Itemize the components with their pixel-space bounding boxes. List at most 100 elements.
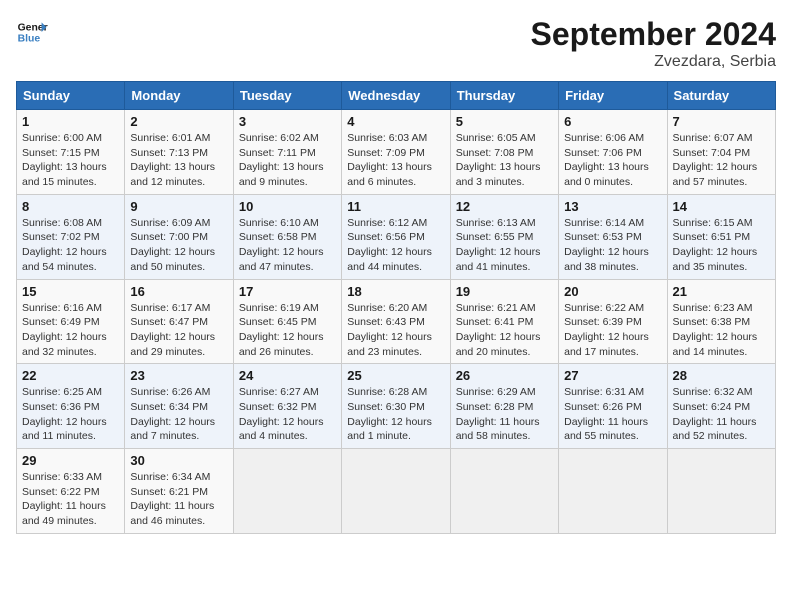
day-cell: 23 Sunrise: 6:26 AMSunset: 6:34 PMDayligh… bbox=[125, 364, 233, 449]
day-info: Sunrise: 6:26 AMSunset: 6:34 PMDaylight:… bbox=[130, 385, 227, 444]
day-info: Sunrise: 6:23 AMSunset: 6:38 PMDaylight:… bbox=[673, 301, 770, 360]
day-cell bbox=[233, 449, 341, 534]
day-header-monday: Monday bbox=[125, 82, 233, 110]
day-cell bbox=[450, 449, 558, 534]
day-header-sunday: Sunday bbox=[17, 82, 125, 110]
day-number: 4 bbox=[347, 114, 444, 129]
day-info: Sunrise: 6:22 AMSunset: 6:39 PMDaylight:… bbox=[564, 301, 661, 360]
day-info: Sunrise: 6:03 AMSunset: 7:09 PMDaylight:… bbox=[347, 131, 444, 190]
day-cell: 16 Sunrise: 6:17 AMSunset: 6:47 PMDayligh… bbox=[125, 279, 233, 364]
day-info: Sunrise: 6:07 AMSunset: 7:04 PMDaylight:… bbox=[673, 131, 770, 190]
day-info: Sunrise: 6:01 AMSunset: 7:13 PMDaylight:… bbox=[130, 131, 227, 190]
day-cell: 29Sunrise: 6:33 AMSunset: 6:22 PMDayligh… bbox=[17, 449, 125, 534]
day-info: Sunrise: 6:31 AMSunset: 6:26 PMDaylight:… bbox=[564, 385, 661, 444]
day-number: 6 bbox=[564, 114, 661, 129]
day-info: Sunrise: 6:28 AMSunset: 6:30 PMDaylight:… bbox=[347, 385, 444, 444]
day-info: Sunrise: 6:27 AMSunset: 6:32 PMDaylight:… bbox=[239, 385, 336, 444]
day-cell: 4 Sunrise: 6:03 AMSunset: 7:09 PMDaylight… bbox=[342, 110, 450, 195]
day-number: 16 bbox=[130, 284, 227, 299]
day-header-friday: Friday bbox=[559, 82, 667, 110]
day-info: Sunrise: 6:25 AMSunset: 6:36 PMDaylight:… bbox=[22, 385, 119, 444]
day-info: Sunrise: 6:33 AMSunset: 6:22 PMDaylight:… bbox=[22, 470, 119, 529]
day-number: 26 bbox=[456, 368, 553, 383]
day-cell: 10Sunrise: 6:10 AMSunset: 6:58 PMDayligh… bbox=[233, 194, 341, 279]
day-info: Sunrise: 6:00 AMSunset: 7:15 PMDaylight:… bbox=[22, 131, 119, 190]
day-number: 21 bbox=[673, 284, 770, 299]
day-info: Sunrise: 6:17 AMSunset: 6:47 PMDaylight:… bbox=[130, 301, 227, 360]
day-info: Sunrise: 6:02 AMSunset: 7:11 PMDaylight:… bbox=[239, 131, 336, 190]
day-cell: 5Sunrise: 6:05 AMSunset: 7:08 PMDaylight… bbox=[450, 110, 558, 195]
day-cell: 11 Sunrise: 6:12 AMSunset: 6:56 PMDayligh… bbox=[342, 194, 450, 279]
day-cell: 14 Sunrise: 6:15 AMSunset: 6:51 PMDayligh… bbox=[667, 194, 775, 279]
day-cell: 28 Sunrise: 6:32 AMSunset: 6:24 PMDayligh… bbox=[667, 364, 775, 449]
day-number: 15 bbox=[22, 284, 119, 299]
day-number: 22 bbox=[22, 368, 119, 383]
day-info: Sunrise: 6:34 AMSunset: 6:21 PMDaylight:… bbox=[130, 470, 227, 529]
day-cell bbox=[667, 449, 775, 534]
day-number: 12 bbox=[456, 199, 553, 214]
day-number: 3 bbox=[239, 114, 336, 129]
day-header-wednesday: Wednesday bbox=[342, 82, 450, 110]
calendar-table: SundayMondayTuesdayWednesdayThursdayFrid… bbox=[16, 81, 776, 534]
calendar-title: September 2024 bbox=[531, 16, 776, 53]
day-header-saturday: Saturday bbox=[667, 82, 775, 110]
day-cell: 13 Sunrise: 6:14 AMSunset: 6:53 PMDayligh… bbox=[559, 194, 667, 279]
day-number: 23 bbox=[130, 368, 227, 383]
week-row-5: 29Sunrise: 6:33 AMSunset: 6:22 PMDayligh… bbox=[17, 449, 776, 534]
day-header-thursday: Thursday bbox=[450, 82, 558, 110]
day-info: Sunrise: 6:09 AMSunset: 7:00 PMDaylight:… bbox=[130, 216, 227, 275]
day-info: Sunrise: 6:19 AMSunset: 6:45 PMDaylight:… bbox=[239, 301, 336, 360]
day-cell: 30Sunrise: 6:34 AMSunset: 6:21 PMDayligh… bbox=[125, 449, 233, 534]
day-cell: 22 Sunrise: 6:25 AMSunset: 6:36 PMDayligh… bbox=[17, 364, 125, 449]
svg-text:Blue: Blue bbox=[18, 34, 41, 45]
day-number: 7 bbox=[673, 114, 770, 129]
week-row-1: 1 Sunrise: 6:00 AMSunset: 7:15 PMDaylight… bbox=[17, 110, 776, 195]
day-cell: 12 Sunrise: 6:13 AMSunset: 6:55 PMDayligh… bbox=[450, 194, 558, 279]
day-info: Sunrise: 6:16 AMSunset: 6:49 PMDaylight:… bbox=[22, 301, 119, 360]
day-header-tuesday: Tuesday bbox=[233, 82, 341, 110]
day-cell: 24 Sunrise: 6:27 AMSunset: 6:32 PMDayligh… bbox=[233, 364, 341, 449]
day-cell: 17 Sunrise: 6:19 AMSunset: 6:45 PMDayligh… bbox=[233, 279, 341, 364]
day-info: Sunrise: 6:06 AMSunset: 7:06 PMDaylight:… bbox=[564, 131, 661, 190]
day-cell: 1 Sunrise: 6:00 AMSunset: 7:15 PMDaylight… bbox=[17, 110, 125, 195]
day-number: 13 bbox=[564, 199, 661, 214]
day-info: Sunrise: 6:14 AMSunset: 6:53 PMDaylight:… bbox=[564, 216, 661, 275]
day-number: 9 bbox=[130, 199, 227, 214]
day-cell: 6 Sunrise: 6:06 AMSunset: 7:06 PMDaylight… bbox=[559, 110, 667, 195]
day-cell bbox=[559, 449, 667, 534]
day-number: 18 bbox=[347, 284, 444, 299]
day-cell: 15 Sunrise: 6:16 AMSunset: 6:49 PMDayligh… bbox=[17, 279, 125, 364]
day-info: Sunrise: 6:21 AMSunset: 6:41 PMDaylight:… bbox=[456, 301, 553, 360]
day-cell: 19Sunrise: 6:21 AMSunset: 6:41 PMDayligh… bbox=[450, 279, 558, 364]
day-number: 5 bbox=[456, 114, 553, 129]
day-info: Sunrise: 6:20 AMSunset: 6:43 PMDaylight:… bbox=[347, 301, 444, 360]
calendar-subtitle: Zvezdara, Serbia bbox=[531, 53, 776, 71]
week-row-3: 15 Sunrise: 6:16 AMSunset: 6:49 PMDayligh… bbox=[17, 279, 776, 364]
day-info: Sunrise: 6:10 AMSunset: 6:58 PMDaylight:… bbox=[239, 216, 336, 275]
week-row-4: 22 Sunrise: 6:25 AMSunset: 6:36 PMDayligh… bbox=[17, 364, 776, 449]
day-cell: 8Sunrise: 6:08 AMSunset: 7:02 PMDaylight… bbox=[17, 194, 125, 279]
day-info: Sunrise: 6:13 AMSunset: 6:55 PMDaylight:… bbox=[456, 216, 553, 275]
header: General Blue September 2024 Zvezdara, Se… bbox=[16, 16, 776, 71]
day-info: Sunrise: 6:29 AMSunset: 6:28 PMDaylight:… bbox=[456, 385, 553, 444]
day-info: Sunrise: 6:32 AMSunset: 6:24 PMDaylight:… bbox=[673, 385, 770, 444]
day-number: 27 bbox=[564, 368, 661, 383]
day-number: 25 bbox=[347, 368, 444, 383]
day-number: 20 bbox=[564, 284, 661, 299]
day-info: Sunrise: 6:15 AMSunset: 6:51 PMDaylight:… bbox=[673, 216, 770, 275]
day-info: Sunrise: 6:12 AMSunset: 6:56 PMDaylight:… bbox=[347, 216, 444, 275]
day-cell: 18 Sunrise: 6:20 AMSunset: 6:43 PMDayligh… bbox=[342, 279, 450, 364]
week-row-2: 8Sunrise: 6:08 AMSunset: 7:02 PMDaylight… bbox=[17, 194, 776, 279]
day-cell: 21 Sunrise: 6:23 AMSunset: 6:38 PMDayligh… bbox=[667, 279, 775, 364]
day-number: 2 bbox=[130, 114, 227, 129]
day-number: 28 bbox=[673, 368, 770, 383]
day-number: 11 bbox=[347, 199, 444, 214]
day-cell: 20 Sunrise: 6:22 AMSunset: 6:39 PMDayligh… bbox=[559, 279, 667, 364]
day-cell: 7 Sunrise: 6:07 AMSunset: 7:04 PMDaylight… bbox=[667, 110, 775, 195]
day-number: 17 bbox=[239, 284, 336, 299]
day-cell: 2 Sunrise: 6:01 AMSunset: 7:13 PMDaylight… bbox=[125, 110, 233, 195]
day-cell bbox=[342, 449, 450, 534]
day-number: 24 bbox=[239, 368, 336, 383]
day-number: 1 bbox=[22, 114, 119, 129]
day-number: 14 bbox=[673, 199, 770, 214]
